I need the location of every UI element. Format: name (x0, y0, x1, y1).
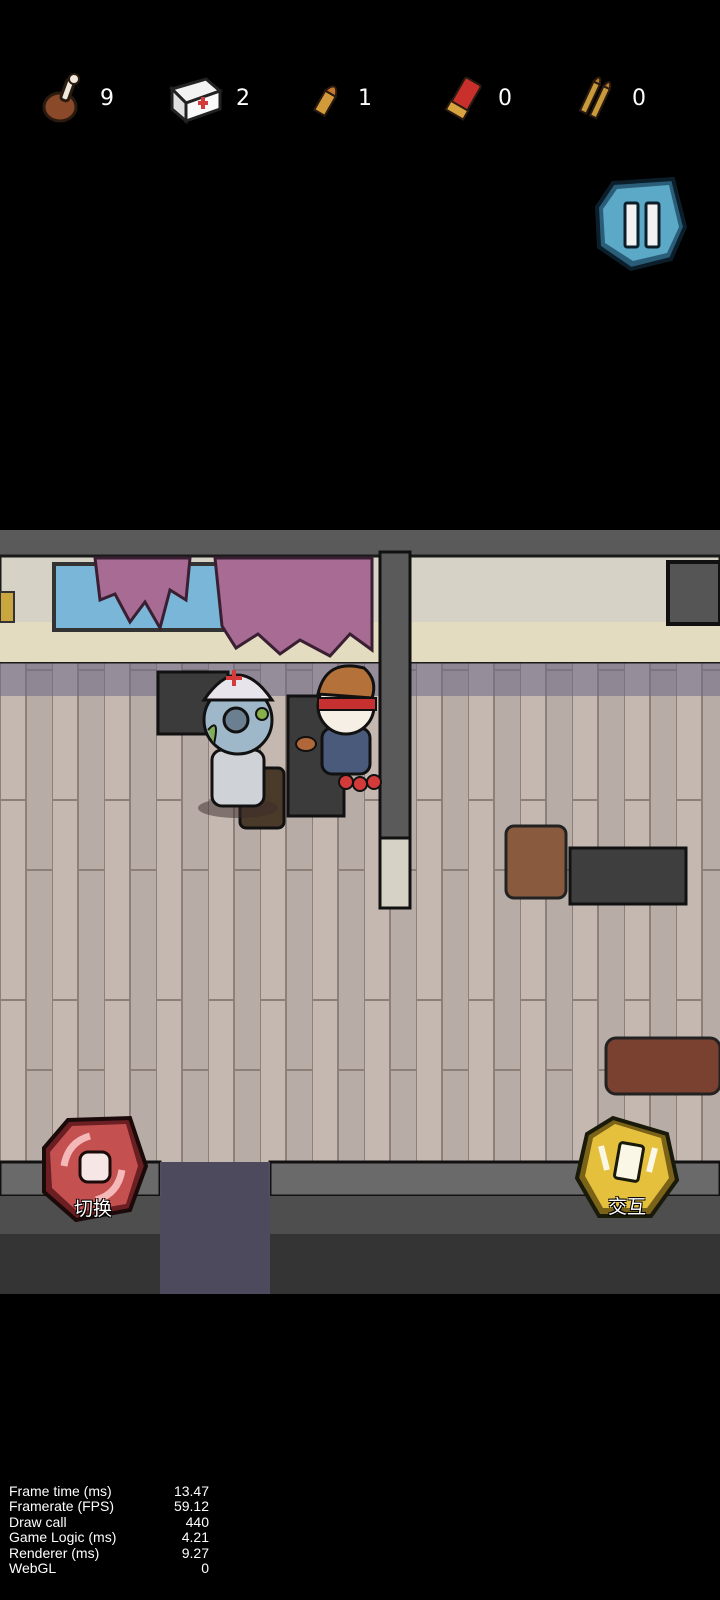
interact-label: 交互 (607, 1196, 646, 1218)
debug-stats: Frame time (ms) 13.47 Framerate (FPS) 59.1… (9, 1483, 209, 1577)
switch-button[interactable]: 切换 (38, 1114, 149, 1224)
top-wall (0, 530, 720, 556)
debug-row: Draw call 440 (9, 1513, 209, 1530)
chicken-leg-icon (42, 73, 80, 123)
debug-row: Frame time (ms) 13.47 (9, 1483, 209, 1499)
medkit-counter: 2 (168, 68, 250, 128)
pause-button[interactable] (593, 176, 689, 273)
shotgun-ammo-count: 0 (498, 85, 512, 111)
pistol-ammo-counter: 1 (310, 68, 372, 128)
debug-row: Framerate (FPS) 59.12 (9, 1498, 209, 1515)
debug-row: Renderer (ms) 9.27 (9, 1544, 209, 1561)
shotgun-ammo-counter: 0 (442, 68, 512, 128)
rifle-bullets-icon (578, 76, 612, 120)
shotgun-shell-icon (444, 76, 482, 121)
doorway (160, 1162, 270, 1294)
coffee-table (568, 846, 688, 906)
sofa (604, 1036, 720, 1096)
pistol-bullet-icon (312, 85, 338, 118)
medkit-icon (169, 77, 223, 125)
wall-frame (666, 560, 720, 626)
rifle-ammo-counter: 0 (576, 68, 646, 128)
interact-button[interactable]: 交互 (573, 1114, 681, 1222)
armchair (504, 824, 568, 900)
food-count: 9 (100, 85, 114, 111)
pistol-ammo-count: 1 (358, 85, 372, 111)
debug-row: Game Logic (ms) 4.21 (9, 1529, 209, 1546)
debug-row: WebGL 0 (9, 1560, 209, 1577)
pause-icon (594, 176, 688, 272)
picture-frame (0, 591, 15, 623)
food-counter: 9 (40, 68, 114, 128)
medkit-count: 2 (236, 85, 250, 111)
rifle-ammo-count: 0 (632, 85, 646, 111)
divider-wall (378, 550, 412, 842)
switch-label: 切换 (73, 1198, 112, 1220)
